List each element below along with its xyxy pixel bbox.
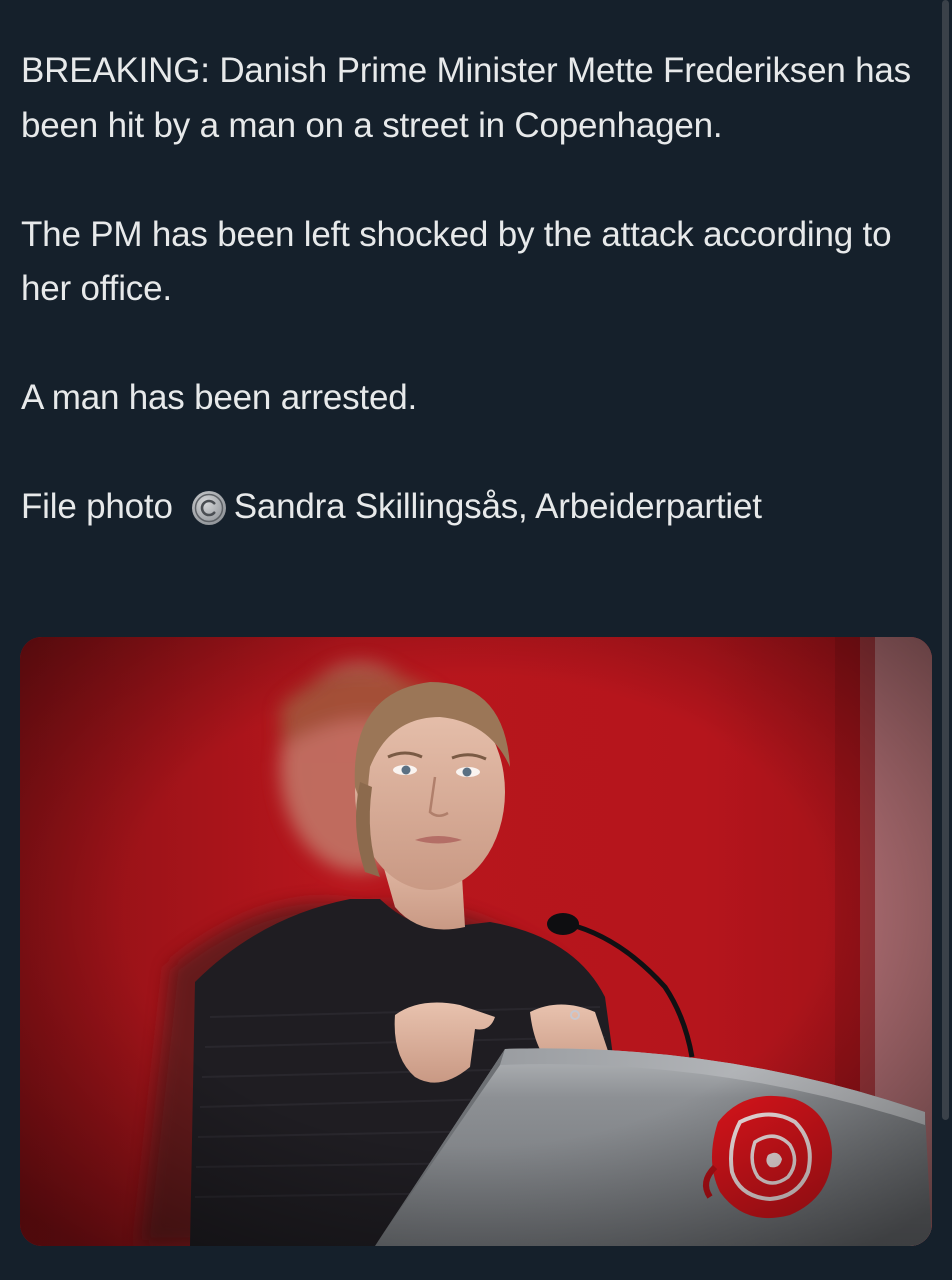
copyright-icon: [191, 490, 227, 526]
scrollbar[interactable]: [942, 0, 949, 1120]
credit-prefix: File photo: [21, 487, 173, 526]
tweet-photo[interactable]: [20, 637, 932, 1246]
photo-credit: File photo Sandra Skillingsås, Arbeiderp…: [21, 480, 921, 535]
tweet-paragraph-arrest: A man has been arrested.: [21, 378, 418, 417]
credit-name: Sandra Skillingsås, Arbeiderpartiet: [233, 487, 762, 526]
tweet-paragraph-reaction: The PM has been left shocked by the atta…: [21, 214, 892, 309]
tweet-paragraph-headline: BREAKING: Danish Prime Minister Mette Fr…: [21, 51, 911, 145]
tweet-text: BREAKING: Danish Prime Minister Mette Fr…: [21, 44, 921, 535]
